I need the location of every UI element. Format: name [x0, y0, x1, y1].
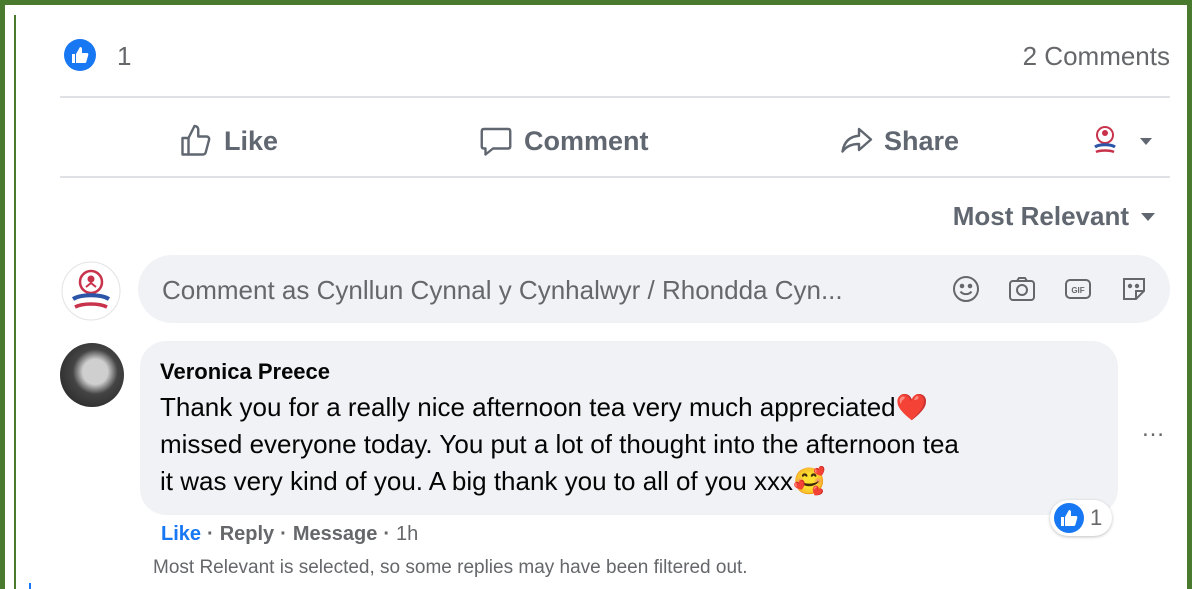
sticker-icon[interactable] — [1118, 273, 1150, 305]
page-logo-icon — [61, 261, 121, 321]
page-logo-icon — [1094, 126, 1116, 154]
comment-button[interactable]: Comment — [478, 113, 649, 169]
react-as-page-selector[interactable] — [1090, 113, 1152, 169]
comment-bubble: Veronica Preece Thank you for a really n… — [140, 341, 1118, 515]
more-options-icon[interactable]: … — [1141, 415, 1166, 443]
post-actions-bar: Like Comment Share — [60, 113, 1170, 169]
reaction-count: 1 — [1090, 505, 1103, 530]
comment-input[interactable] — [160, 269, 934, 311]
comment-text: Thank you for a really nice afternoon te… — [160, 389, 1110, 500]
separator-dot: · — [280, 523, 287, 545]
thumbs-up-icon — [181, 124, 211, 156]
like-reaction-icon — [1054, 503, 1084, 533]
camera-icon[interactable] — [1006, 273, 1038, 305]
comment-line: it was very kind of you. A big thank you… — [160, 466, 826, 496]
comment-like-link[interactable]: Like — [161, 523, 201, 546]
commenter-avatar[interactable] — [60, 343, 124, 407]
frame-divider — [14, 15, 16, 589]
comment-bubble-icon — [480, 127, 512, 156]
emoji-icon[interactable] — [950, 273, 982, 305]
post-stats-row: 1 2 Comments — [60, 37, 1170, 77]
comment-reply-link[interactable]: Reply — [220, 523, 274, 546]
comment-reaction-count[interactable]: 1 — [1050, 500, 1113, 536]
comment-message-link[interactable]: Message — [293, 523, 378, 546]
chevron-down-icon — [1140, 137, 1152, 145]
comment-sort-dropdown[interactable]: Most Relevant — [953, 201, 1155, 232]
share-arrow-icon — [841, 127, 873, 153]
post-footer-panel: 1 2 Comments Like Comment Share Most Rel… — [0, 0, 1192, 589]
divider — [60, 176, 1170, 178]
share-button-label: Share — [884, 125, 960, 156]
comment-line: missed everyone today. You put a lot of … — [160, 429, 959, 459]
separator-dot: · — [383, 523, 391, 545]
comment-actions: Like · Reply · Message · 1h — [161, 523, 418, 546]
scroll-indicator — [29, 583, 31, 589]
comment-timestamp[interactable]: 1h — [396, 523, 418, 546]
comment-composer[interactable]: GIF — [138, 255, 1170, 323]
filter-notice: Most Relevant is selected, so some repli… — [153, 557, 748, 578]
svg-text:GIF: GIF — [1071, 286, 1084, 295]
share-button[interactable]: Share — [838, 113, 959, 169]
gif-icon[interactable]: GIF — [1062, 273, 1094, 305]
like-button[interactable]: Like — [178, 113, 278, 169]
page-avatar[interactable] — [61, 261, 121, 321]
like-count[interactable]: 1 — [117, 41, 131, 72]
comment-button-label: Comment — [524, 125, 649, 156]
comment-line: Thank you for a really nice afternoon te… — [160, 392, 929, 422]
separator-dot: · — [207, 523, 214, 545]
like-reaction-icon[interactable] — [64, 39, 96, 71]
comment-author[interactable]: Veronica Preece — [160, 359, 330, 385]
divider — [60, 96, 1170, 98]
sort-label: Most Relevant — [952, 201, 1129, 231]
like-button-label: Like — [224, 125, 279, 156]
caret-down-icon — [1141, 212, 1155, 221]
comments-count-link[interactable]: 2 Comments — [1023, 41, 1170, 72]
